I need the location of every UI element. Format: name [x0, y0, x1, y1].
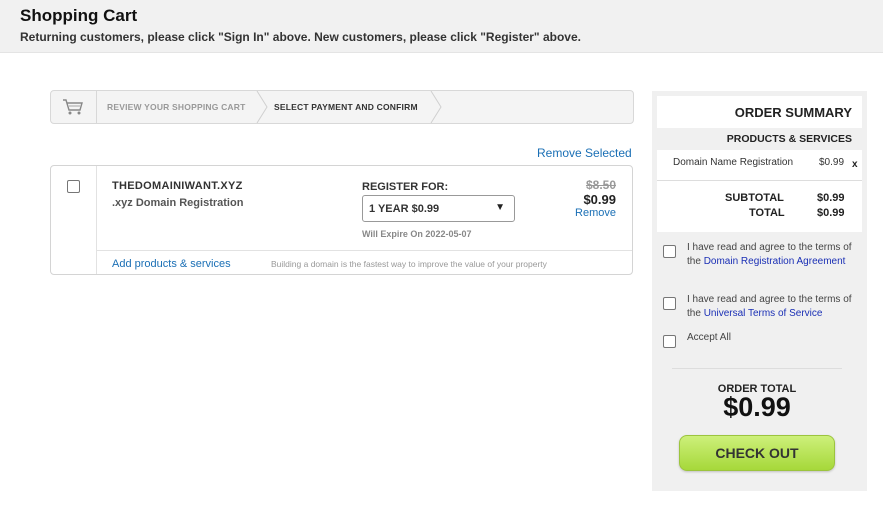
expiry-date: Will Expire On 2022-05-07 [362, 229, 472, 239]
page-header: Shopping Cart Returning customers, pleas… [0, 0, 883, 53]
agree-tos-checkbox[interactable] [663, 297, 676, 310]
old-price: $8.50 [585, 178, 616, 192]
cart-item: THEDOMAINIWANT.XYZ .xyz Domain Registrat… [50, 165, 633, 275]
checkout-steps: REVIEW YOUR SHOPPING CART SELECT PAYMENT… [50, 90, 634, 124]
terms-tos: I have read and agree to the terms of th… [687, 294, 852, 319]
item-price: $0.99 [583, 192, 616, 207]
total-label: TOTAL [749, 207, 785, 219]
agree-registration-checkbox[interactable] [663, 245, 676, 258]
page-subtitle: Returning customers, please click "Sign … [20, 30, 581, 44]
register-for-label: REGISTER FOR: [362, 181, 449, 193]
step-select-payment[interactable]: SELECT PAYMENT AND CONFIRM [274, 91, 418, 123]
step-separator-icon [256, 91, 268, 123]
products-services-label: PRODUCTS & SERVICES [726, 133, 852, 145]
terms-registration: I have read and agree to the terms of th… [687, 242, 852, 267]
order-total-value: $0.99 [723, 392, 791, 422]
registration-agreement-link[interactable]: Domain Registration Agreement [704, 256, 846, 267]
remove-item-link[interactable]: Remove [575, 207, 616, 219]
dropdown-arrow-icon: ▼ [495, 202, 505, 213]
term-selected-value: 1 YEAR $0.99 [369, 203, 440, 215]
subtotal-label: SUBTOTAL [725, 192, 784, 204]
accept-all-label: Accept All [687, 332, 731, 343]
total-value: $0.99 [817, 207, 845, 219]
checkout-button[interactable]: CHECK OUT [679, 435, 835, 471]
accept-all-checkbox[interactable] [663, 335, 676, 348]
step-review-cart[interactable]: REVIEW YOUR SHOPPING CART [107, 91, 246, 123]
domain-type: .xyz Domain Registration [112, 197, 244, 209]
item-select-checkbox[interactable] [67, 180, 80, 193]
summary-lines: Domain Name Registration $0.99 x SUBTOTA… [657, 150, 862, 232]
summary-line-name: Domain Name Registration [673, 157, 794, 168]
upsell-tip: Building a domain is the fastest way to … [271, 259, 547, 269]
term-select[interactable]: 1 YEAR $0.99 ▼ [362, 195, 515, 222]
terms-of-service-link[interactable]: Universal Terms of Service [704, 308, 823, 319]
subtotal-value: $0.99 [817, 192, 845, 204]
domain-name: THEDOMAINIWANT.XYZ [112, 180, 243, 192]
summary-line-price: $0.99 [819, 157, 845, 168]
page-title: Shopping Cart [20, 6, 138, 25]
summary-line-remove-button[interactable]: x [852, 159, 858, 170]
remove-selected-link[interactable]: Remove Selected [537, 146, 632, 160]
order-summary: ORDER SUMMARY PRODUCTS & SERVICES Domain… [652, 91, 867, 491]
step-separator-icon [430, 91, 442, 123]
order-summary-title: ORDER SUMMARY [734, 105, 852, 120]
add-products-link[interactable]: Add products & services [112, 258, 231, 270]
cart-icon [51, 91, 97, 123]
